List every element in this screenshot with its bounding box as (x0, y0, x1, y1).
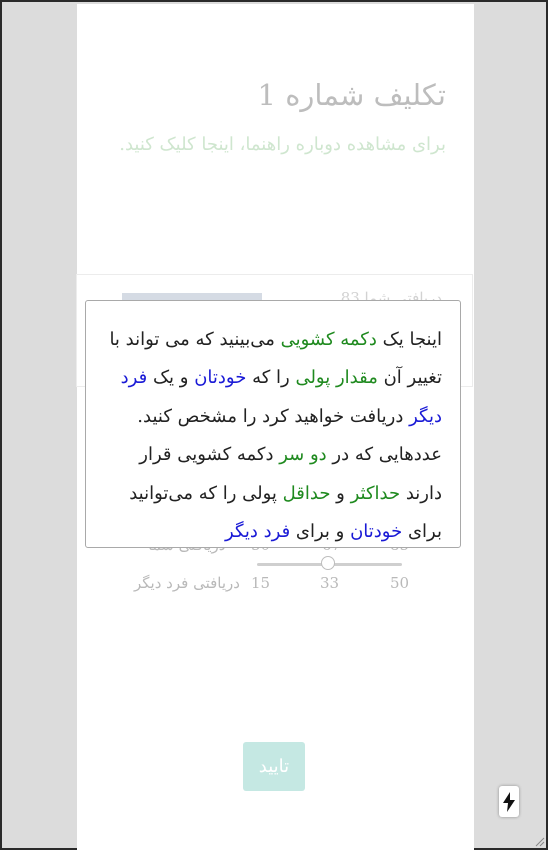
allocation-slider-thumb[interactable] (321, 556, 335, 570)
other-receipt-label: دریافتی فرد دیگر (134, 574, 240, 592)
tooltip-highlight-yourself-2: خودتان (350, 521, 403, 543)
tooltip-highlight-min: حداقل (282, 482, 331, 504)
bolt-glyph (503, 791, 515, 812)
lightning-bolt-icon[interactable] (499, 786, 519, 817)
tooltip-text: و یک (147, 367, 195, 389)
resize-grip-icon[interactable] (533, 835, 545, 847)
tooltip-highlight-max: حداکثر (350, 482, 401, 504)
tooltip-text: و (330, 482, 351, 504)
other-value-max: 50 (390, 574, 410, 592)
other-value-mid: 33 (320, 574, 340, 592)
other-value-min: 15 (251, 574, 271, 592)
page-title: تکلیف شماره 1 (257, 78, 446, 112)
tooltip-highlight-slider: دکمه کشویی (280, 329, 377, 350)
tooltip-highlight-amount: مقدار پولی (295, 367, 378, 389)
slider-help-tooltip: اینجا یک دکمه کشویی می‌بینید که می تواند… (85, 300, 461, 548)
tooltip-highlight-yourself: خودتان (194, 367, 247, 389)
tooltip-highlight-ends: دو سر (279, 444, 327, 466)
tooltip-text: را که (246, 367, 296, 389)
tooltip-text: اینجا یک (376, 329, 442, 350)
tooltip-text: و برای (290, 521, 351, 543)
confirm-button[interactable]: تایید (243, 742, 305, 791)
tooltip-highlight-other-2: فرد دیگر (225, 521, 291, 543)
help-link[interactable]: برای مشاهده دوباره راهنما، اینجا کلیک کن… (86, 134, 446, 155)
